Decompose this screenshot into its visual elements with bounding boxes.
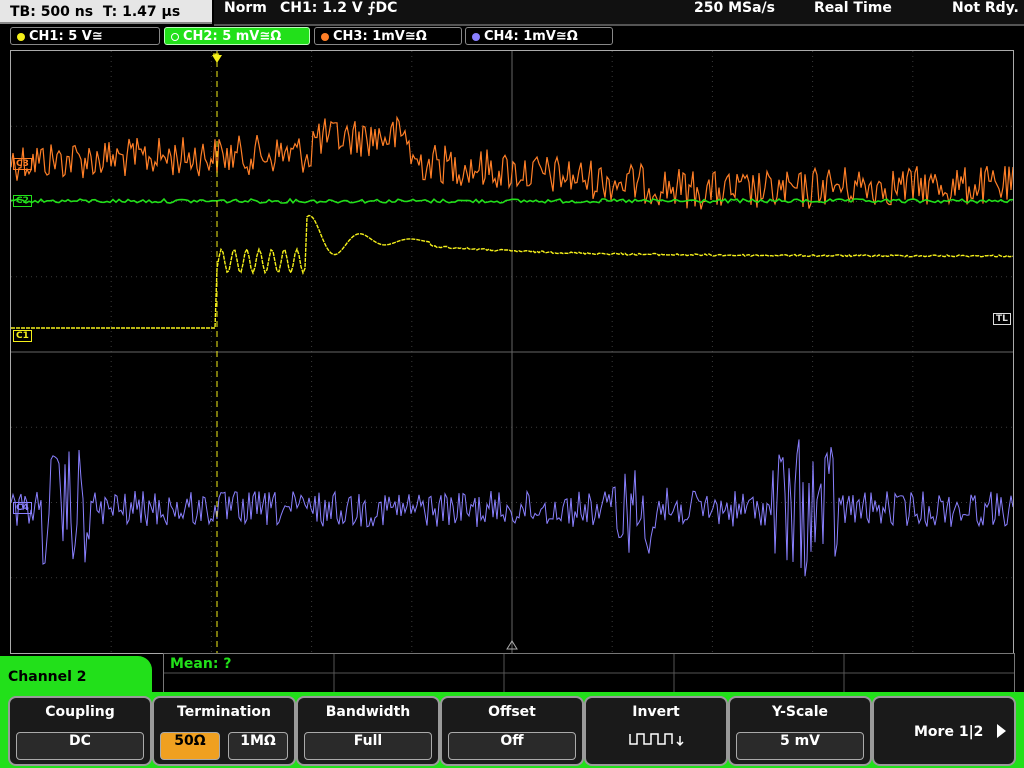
sample-rate: 250 MSa/s: [694, 0, 776, 16]
termination-label: Termination: [177, 704, 271, 720]
trigger-mode[interactable]: Norm: [224, 0, 267, 24]
termination-softkey[interactable]: Termination 50Ω 1MΩ: [152, 696, 296, 766]
bandwidth-label: Bandwidth: [325, 704, 411, 720]
measurement-panel: Mean: ?: [163, 653, 1015, 693]
waveform-canvas: [10, 51, 1014, 653]
offset-label: Offset: [488, 704, 536, 720]
channel-tab-2[interactable]: CH2: 5 mV≅Ω: [164, 27, 310, 45]
trigger-level-marker[interactable]: TL: [993, 313, 1011, 325]
more-label: More 1|2: [914, 724, 984, 740]
termination-50ohm-option[interactable]: 50Ω: [160, 732, 220, 760]
coupling-label: Coupling: [45, 704, 115, 720]
acquisition-status: Not Rdy.: [952, 0, 1019, 16]
ch2-label: CH2: 5 mV≅Ω: [183, 29, 282, 44]
invert-label: Invert: [632, 704, 680, 720]
trigger-position-marker[interactable]: T: [211, 53, 221, 63]
waveform-display[interactable]: C3 C2 C1 C4 TL T: [10, 50, 1014, 654]
ch3-level-marker[interactable]: C3: [13, 158, 32, 170]
timebase-value: TB: 500 ns: [10, 4, 94, 20]
ch1-level-marker[interactable]: C1: [13, 330, 32, 342]
ch1-color-dot-icon: [17, 33, 25, 41]
acquisition-mode: Real Time: [814, 0, 892, 16]
trigger-info[interactable]: CH1: 1.2 V ⨍DC: [280, 0, 397, 24]
invert-waveform-icon: [629, 733, 684, 747]
timebase-readout[interactable]: TB: 500 ns T: 1.47 µs: [0, 0, 212, 24]
ch2-color-dot-icon: [171, 33, 179, 41]
ch4-label: CH4: 1mV≅Ω: [484, 29, 578, 44]
top-status-bar: TB: 500 ns T: 1.47 µs Norm CH1: 1.2 V ⨍D…: [0, 0, 1024, 26]
ch3-label: CH3: 1mV≅Ω: [333, 29, 427, 44]
bandwidth-value[interactable]: Full: [304, 732, 432, 760]
offset-value[interactable]: Off: [448, 732, 576, 760]
offset-softkey[interactable]: Offset Off: [440, 696, 584, 766]
menu-title-tab: Channel 2: [0, 656, 152, 700]
bandwidth-softkey[interactable]: Bandwidth Full: [296, 696, 440, 766]
channel-tab-3[interactable]: CH3: 1mV≅Ω: [314, 27, 462, 45]
ch4-level-marker[interactable]: C4: [13, 502, 32, 514]
right-arrow-icon: [997, 724, 1006, 738]
trigger-time-value: T: 1.47 µs: [102, 4, 181, 20]
yscale-label: Y-Scale: [771, 704, 828, 720]
more-softkey[interactable]: More 1|2: [872, 696, 1016, 766]
termination-1mohm-option[interactable]: 1MΩ: [228, 732, 288, 760]
yscale-value[interactable]: 5 mV: [736, 732, 864, 760]
ch3-color-dot-icon: [321, 33, 329, 41]
menu-title: Channel 2: [8, 669, 87, 685]
channel-tab-1[interactable]: CH1: 5 V≅: [10, 27, 160, 45]
ch1-label: CH1: 5 V≅: [29, 29, 103, 44]
channel-tab-4[interactable]: CH4: 1mV≅Ω: [465, 27, 613, 45]
yscale-softkey[interactable]: Y-Scale 5 mV: [728, 696, 872, 766]
coupling-value[interactable]: DC: [16, 732, 144, 760]
ch2-level-marker[interactable]: C2: [13, 195, 32, 207]
measurement-grid-lines: [164, 654, 1014, 692]
invert-softkey[interactable]: Invert: [584, 696, 728, 766]
coupling-softkey[interactable]: Coupling DC: [8, 696, 152, 766]
ch4-color-dot-icon: [472, 33, 480, 41]
